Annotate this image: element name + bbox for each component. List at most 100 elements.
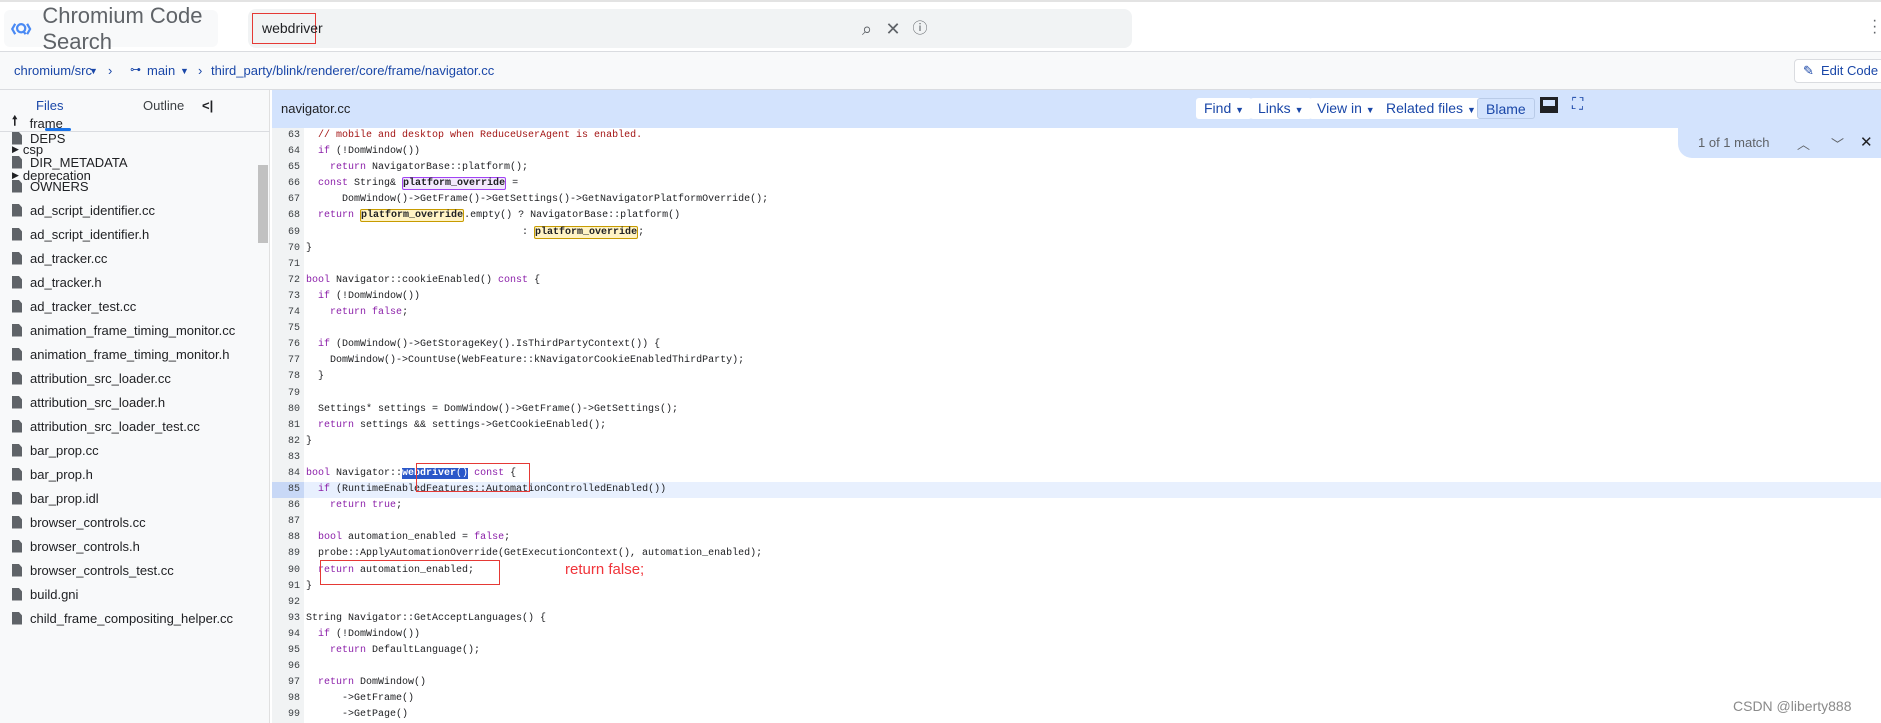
code-line: 69 : platform_override; (272, 225, 1881, 241)
view-in-button[interactable]: View in ▼ (1309, 98, 1383, 119)
line-number[interactable]: 77 (272, 353, 300, 369)
previous-match-icon[interactable]: ︿ (1797, 134, 1810, 153)
file-item[interactable]: animation_frame_timing_monitor.cc (12, 320, 235, 340)
line-number[interactable]: 94 (272, 627, 300, 643)
line-number[interactable]: 96 (272, 659, 300, 675)
file-item[interactable]: OWNERS (12, 176, 89, 196)
file-item[interactable]: DEPS (12, 128, 65, 148)
file-item[interactable]: ad_script_identifier.cc (12, 200, 155, 220)
line-number[interactable]: 75 (272, 321, 300, 337)
find-button[interactable]: Find ▼ (1196, 98, 1253, 119)
blame-button[interactable]: Blame (1477, 98, 1535, 119)
file-path[interactable]: third_party/blink/renderer/core/frame/na… (211, 63, 494, 78)
line-number[interactable]: 70 (272, 241, 300, 257)
chevron-down-icon[interactable]: ▼ (89, 66, 98, 76)
repo-selector[interactable]: chromium/src (14, 63, 92, 78)
file-item[interactable]: browser_controls.cc (12, 512, 146, 532)
code-token: } (306, 242, 313, 254)
line-number[interactable]: 95 (272, 643, 300, 659)
file-item[interactable]: browser_controls.h (12, 536, 140, 556)
line-number[interactable]: 97 (272, 675, 300, 691)
line-number[interactable]: 64 (272, 144, 300, 160)
file-item[interactable]: bar_prop.idl (12, 488, 99, 508)
line-number[interactable]: 63 (272, 128, 300, 144)
line-number[interactable]: 88 (272, 530, 300, 546)
file-item[interactable]: ad_script_identifier.h (12, 224, 149, 244)
edit-code-button[interactable]: ✎ Edit Code (1794, 59, 1881, 83)
collapse-panel-icon[interactable]: <| (202, 98, 213, 113)
fullscreen-icon[interactable]: ⛶ (1572, 96, 1583, 114)
line-number[interactable]: 90 (272, 563, 300, 579)
file-item[interactable]: bar_prop.h (12, 464, 93, 484)
chevron-down-icon[interactable]: ▼ (180, 66, 189, 76)
file-item[interactable]: ad_tracker.h (12, 272, 102, 292)
file-item[interactable]: animation_frame_timing_monitor.h (12, 344, 229, 364)
line-number[interactable]: 82 (272, 434, 300, 450)
related-files-button[interactable]: Related files ▼ (1378, 98, 1484, 119)
line-number[interactable]: 72 (272, 273, 300, 289)
file-item[interactable]: ad_tracker.cc (12, 248, 107, 268)
file-icon (12, 203, 22, 217)
line-number[interactable]: 98 (272, 691, 300, 707)
code-text: } (306, 241, 312, 257)
line-number[interactable]: 79 (272, 386, 300, 402)
line-number[interactable]: 81 (272, 418, 300, 434)
line-number[interactable]: 67 (272, 192, 300, 208)
line-number[interactable]: 69 (272, 225, 300, 241)
code-view[interactable]: 63 // mobile and desktop when ReduceUser… (272, 128, 1881, 723)
line-number[interactable]: 68 (272, 208, 300, 224)
line-number[interactable]: 92 (272, 595, 300, 611)
file-item[interactable]: attribution_src_loader_test.cc (12, 416, 200, 436)
file-item[interactable]: browser_controls_test.cc (12, 560, 174, 580)
links-button[interactable]: Links ▼ (1250, 98, 1312, 119)
file-label: bar_prop.idl (30, 490, 99, 506)
branch-selector[interactable]: main (147, 63, 175, 78)
search-icon[interactable]: ⌕ (856, 18, 878, 40)
code-text: return NavigatorBase::platform(); (306, 160, 528, 176)
line-number[interactable]: 66 (272, 176, 300, 192)
line-number[interactable]: 80 (272, 402, 300, 418)
code-line: 89 probe::ApplyAutomationOverride(GetExe… (272, 546, 1881, 562)
info-icon[interactable]: ⓘ (909, 18, 931, 40)
line-number[interactable]: 87 (272, 514, 300, 530)
file-item[interactable]: bar_prop.cc (12, 440, 99, 460)
line-number[interactable]: 78 (272, 369, 300, 385)
code-token: Navigator:: (330, 467, 403, 479)
logo[interactable]: Chromium Code Search (4, 3, 218, 54)
tab-outline[interactable]: Outline (143, 98, 184, 113)
line-number[interactable]: 89 (272, 546, 300, 562)
search-box[interactable]: webdriver ⌕ ✕ ⓘ (248, 9, 1132, 48)
file-item[interactable]: ad_tracker_test.cc (12, 296, 136, 316)
clear-icon[interactable]: ✕ (882, 18, 904, 40)
line-number[interactable]: 99 (272, 707, 300, 723)
line-number[interactable]: 76 (272, 337, 300, 353)
more-vert-icon[interactable]: · · · (1872, 13, 1878, 41)
line-number[interactable]: 74 (272, 305, 300, 321)
tab-files[interactable]: Files (36, 98, 63, 113)
code-line: 73 if (!DomWindow()) (272, 289, 1881, 305)
file-item[interactable]: attribution_src_loader.h (12, 392, 165, 412)
line-number[interactable]: 83 (272, 450, 300, 466)
file-item[interactable]: attribution_src_loader.cc (12, 368, 171, 388)
line-number[interactable]: 65 (272, 160, 300, 176)
line-number[interactable]: 86 (272, 498, 300, 514)
line-number[interactable]: 91 (272, 579, 300, 595)
search-input[interactable]: webdriver (252, 13, 323, 44)
code-token: return (330, 307, 367, 319)
line-number[interactable]: 71 (272, 257, 300, 273)
close-icon[interactable]: ✕ (1860, 133, 1873, 151)
line-number[interactable]: 85 (272, 482, 304, 499)
line-number[interactable]: 84 (272, 466, 300, 482)
layout-icon[interactable] (1540, 97, 1558, 113)
line-number[interactable]: 73 (272, 289, 300, 305)
file-icon (12, 371, 22, 385)
watermark: CSDN @liberty888 (1733, 698, 1852, 714)
code-text: // mobile and desktop when ReduceUserAge… (306, 128, 642, 144)
line-number[interactable]: 93 (272, 611, 300, 627)
file-item[interactable]: build.gni (12, 584, 78, 604)
file-item[interactable]: DIR_METADATA (12, 152, 128, 172)
scrollbar[interactable] (258, 165, 268, 243)
file-item[interactable]: child_frame_compositing_helper.cc (12, 608, 233, 628)
next-match-icon[interactable]: ﹀ (1831, 134, 1844, 153)
